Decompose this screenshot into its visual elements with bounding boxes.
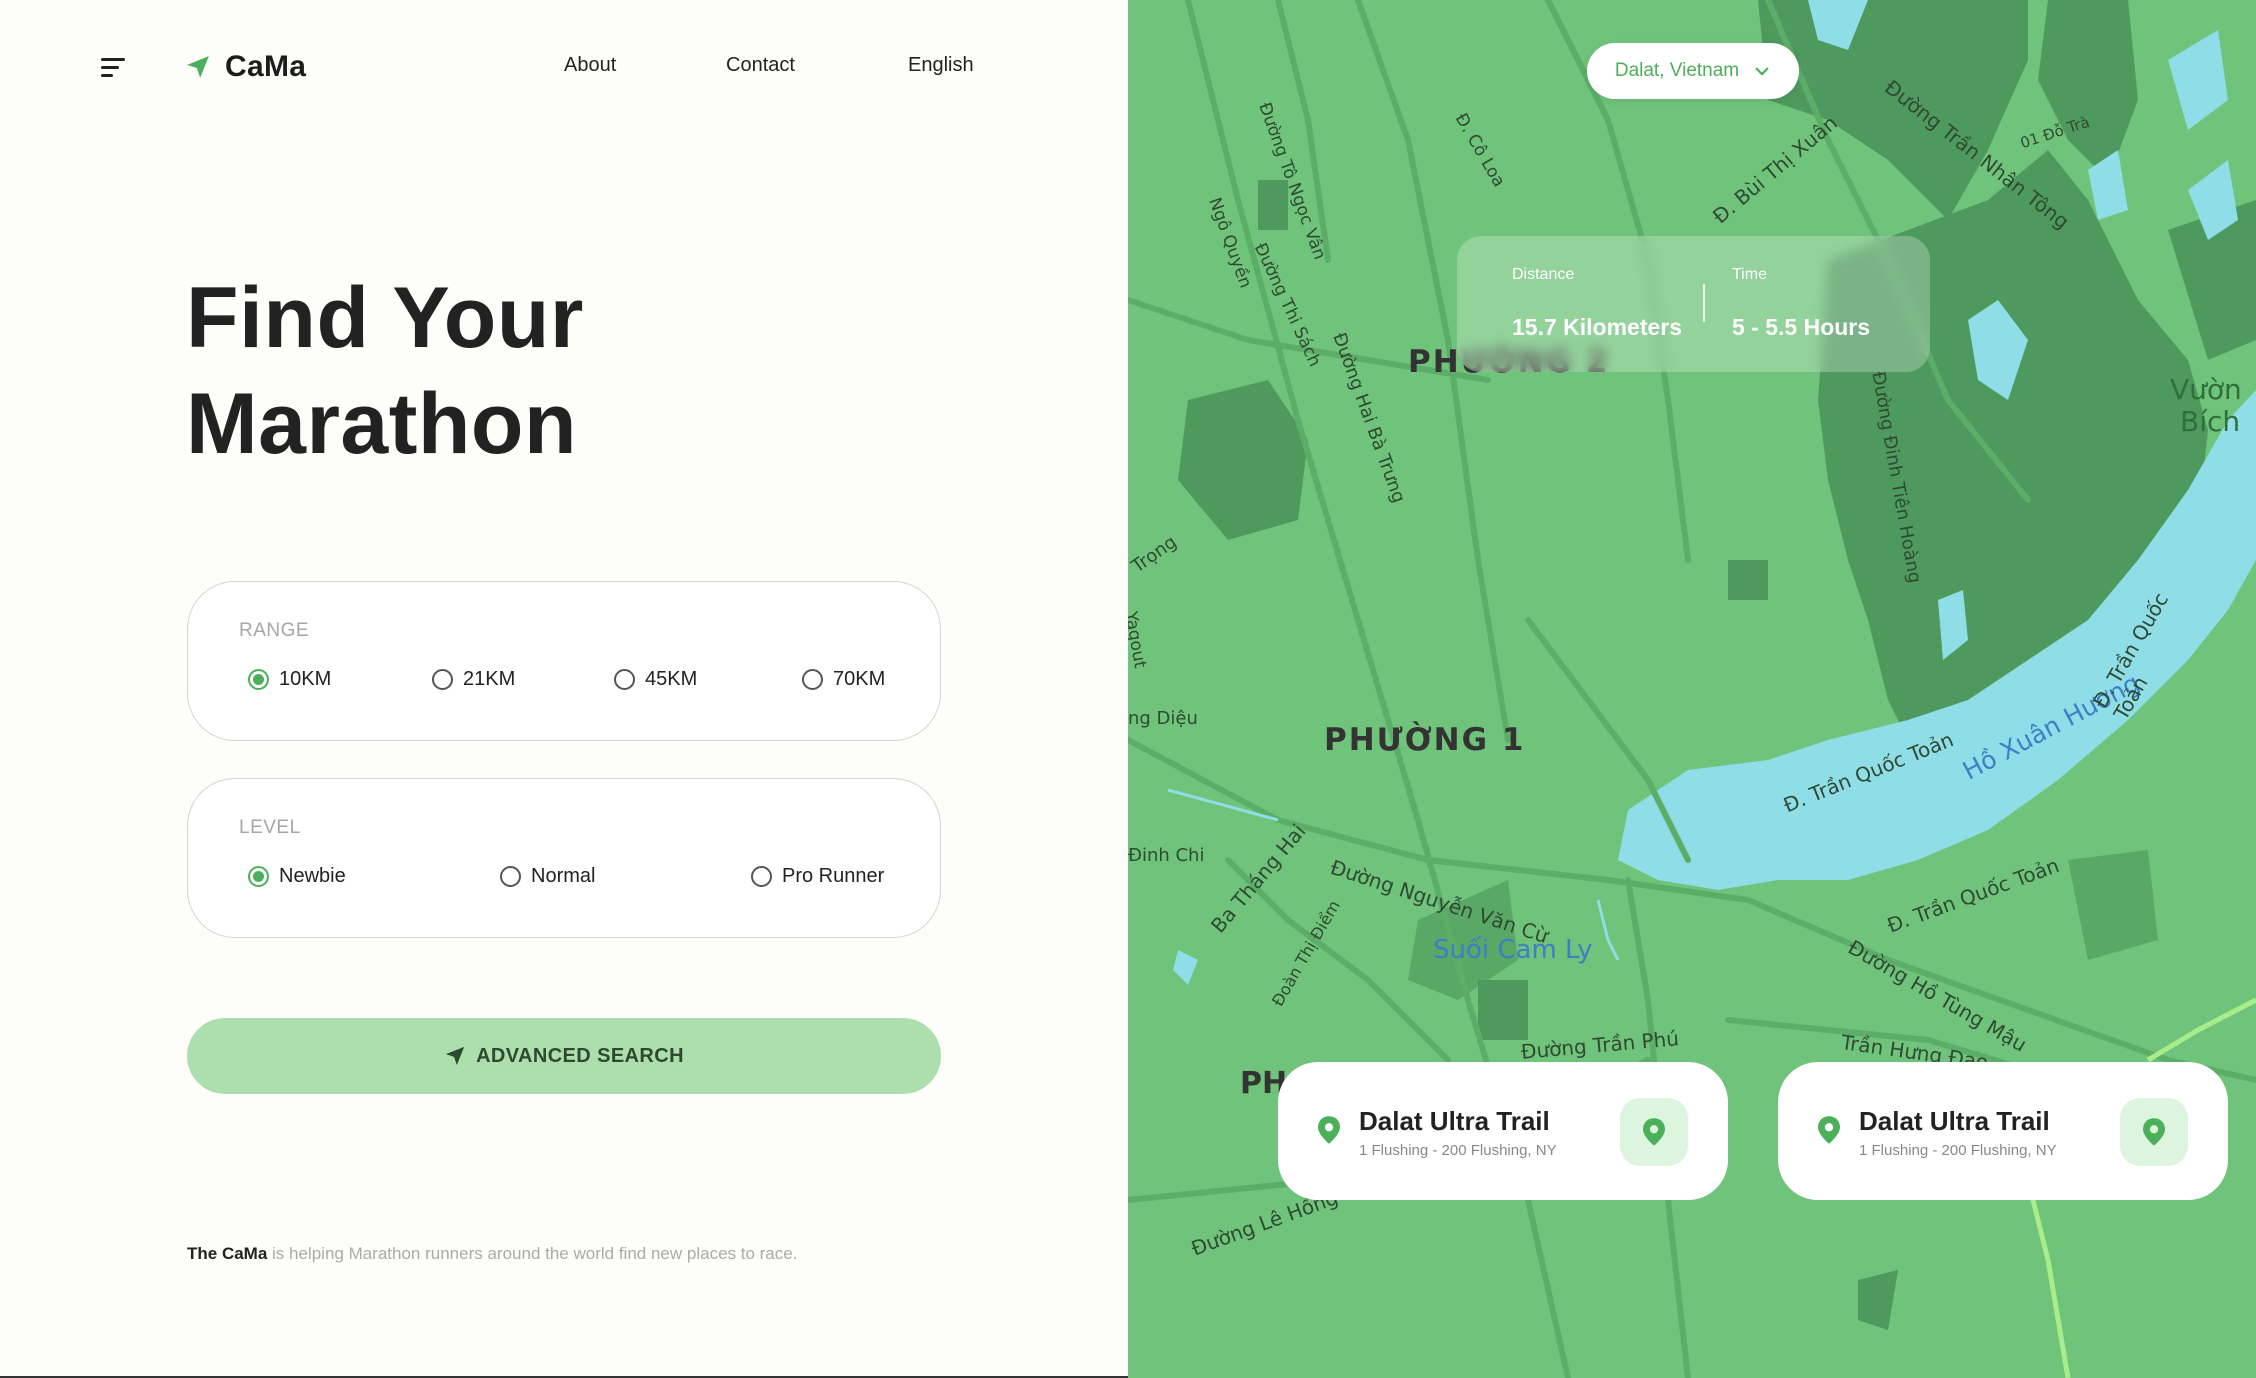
map-label-bich: Bích [2180, 405, 2241, 438]
radio-icon[interactable] [500, 866, 521, 887]
level-card: LEVEL Newbie Normal Pro Runner [187, 778, 941, 938]
race-card[interactable]: Dalat Ultra Trail 1 Flushing - 200 Flush… [1778, 1062, 2228, 1200]
location-selector[interactable]: Dalat, Vietnam [1587, 43, 1799, 99]
menu-icon[interactable] [101, 58, 127, 78]
radio-selected-icon[interactable] [248, 669, 269, 690]
chevron-down-icon [1755, 67, 1769, 76]
level-option-label: Newbie [279, 865, 346, 887]
advanced-search-label: ADVANCED SEARCH [476, 1044, 684, 1067]
radio-icon[interactable] [802, 669, 823, 690]
map-road-label: ng Diệu [1128, 708, 1198, 729]
range-option-label: 10KM [279, 668, 332, 690]
page-title-line-2: Marathon [186, 376, 577, 472]
page-title-line-1: Find Your [186, 270, 584, 366]
advanced-search-button[interactable]: ADVANCED SEARCH [187, 1018, 941, 1094]
race-title: Dalat Ultra Trail [1859, 1106, 2050, 1136]
radio-selected-icon[interactable] [248, 866, 269, 887]
nav-about[interactable]: About [564, 54, 616, 77]
distance-label: Distance [1512, 266, 1575, 283]
map-label-stream: Suối Cam Ly [1433, 935, 1593, 965]
range-label: RANGE [239, 620, 310, 641]
map-label-vuon: Vườn [2170, 373, 2242, 406]
level-label: LEVEL [239, 817, 301, 838]
range-option-label: 70KM [833, 668, 886, 690]
location-pin-icon [1318, 1116, 1340, 1144]
level-option-label: Pro Runner [782, 865, 885, 887]
location-label: Dalat, Vietnam [1614, 60, 1740, 81]
range-option-label: 21KM [463, 668, 516, 690]
radio-icon[interactable] [432, 669, 453, 690]
page-title: Find Your Marathon [186, 265, 584, 477]
map[interactable]: PHƯỜNG 1 PHƯỜNG 2 Hồ Xuân Hương Suối Cam… [1128, 0, 2256, 1378]
navigation-arrow-icon [445, 1046, 465, 1066]
time-value: 5 - 5.5 Hours [1732, 314, 1871, 340]
range-option-21km[interactable]: 21KM [432, 668, 515, 691]
navigation-arrow-icon [187, 56, 209, 78]
left-panel: CaMa About Contact English Find Your Mar… [0, 0, 1128, 1378]
location-pin-icon [2143, 1118, 2165, 1146]
map-road-label: Đinh Chi [1128, 845, 1205, 866]
nav-language[interactable]: English [908, 54, 974, 77]
range-option-70km[interactable]: 70KM [802, 668, 885, 691]
footer-brand: The CaMa [187, 1244, 268, 1263]
time-label: Time [1732, 266, 1767, 283]
level-option-normal[interactable]: Normal [500, 865, 595, 888]
footer-text: The CaMa is helping Marathon runners aro… [187, 1244, 797, 1264]
range-option-label: 45KM [645, 668, 698, 690]
race-locate-button[interactable] [1620, 1098, 1688, 1166]
race-address: 1 Flushing - 200 Flushing, NY [1359, 1142, 1557, 1159]
level-option-pro-runner[interactable]: Pro Runner [751, 865, 884, 888]
range-card: RANGE 10KM 21KM 45KM 70KM [187, 581, 941, 741]
race-title: Dalat Ultra Trail [1359, 1106, 1550, 1136]
stats-divider [1703, 284, 1705, 322]
brand[interactable]: CaMa [185, 50, 306, 84]
footer-description: is helping Marathon runners around the w… [267, 1244, 798, 1263]
location-pin-icon [1643, 1118, 1665, 1146]
map-label-phuong-1: PHƯỜNG 1 [1324, 722, 1526, 758]
nav-contact[interactable]: Contact [726, 54, 795, 77]
range-option-10km[interactable]: 10KM [248, 668, 331, 691]
race-card[interactable]: Dalat Ultra Trail 1 Flushing - 200 Flush… [1278, 1062, 1728, 1200]
location-pin-icon [1818, 1116, 1840, 1144]
brand-name: CaMa [225, 50, 307, 83]
race-address: 1 Flushing - 200 Flushing, NY [1859, 1142, 2057, 1159]
race-locate-button[interactable] [2120, 1098, 2188, 1166]
radio-icon[interactable] [751, 866, 772, 887]
radio-icon[interactable] [614, 669, 635, 690]
level-option-newbie[interactable]: Newbie [248, 865, 346, 888]
level-option-label: Normal [531, 865, 596, 887]
route-stats-panel: Distance 15.7 Kilometers Time 5 - 5.5 Ho… [1457, 236, 1930, 372]
distance-value: 15.7 Kilometers [1512, 314, 1683, 340]
range-option-45km[interactable]: 45KM [614, 668, 697, 691]
